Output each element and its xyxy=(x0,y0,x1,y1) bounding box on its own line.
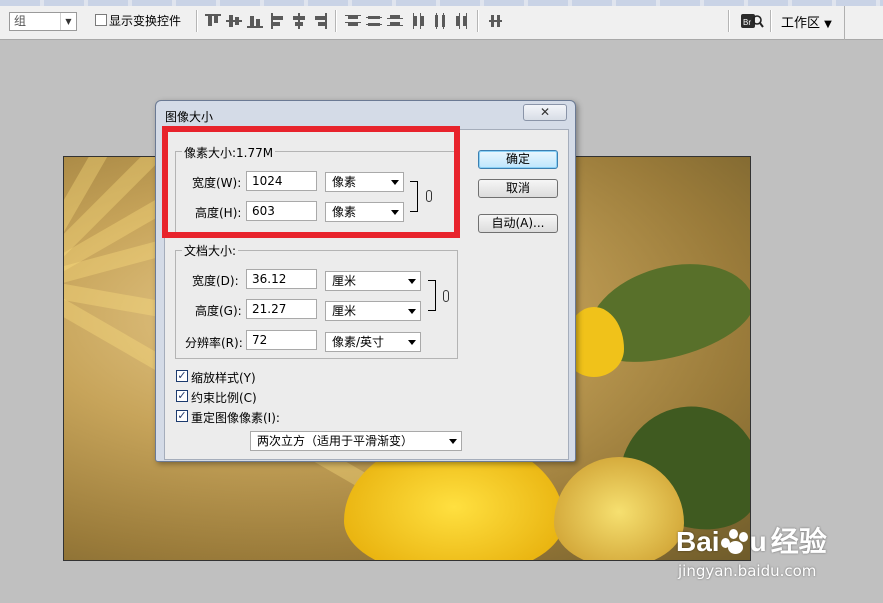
show-transform-controls-label: 显示变换控件 xyxy=(109,14,182,28)
doc-width-unit-select[interactable]: 厘米 xyxy=(325,271,421,291)
distribute-vertical-center-icon[interactable] xyxy=(366,13,382,29)
chevron-down-icon xyxy=(449,439,457,444)
watermark-brand-suffix: u xyxy=(749,526,767,557)
resample-method-value: 两次立方（适用于平滑渐变） xyxy=(257,434,414,448)
toolbar-separator xyxy=(335,10,337,32)
chevron-down-icon xyxy=(408,309,416,314)
toolbar-separator xyxy=(770,10,772,32)
doc-width-input[interactable]: 36.12 xyxy=(246,269,317,289)
menu-bar-remnant xyxy=(0,0,883,6)
scale-styles-label: 缩放样式(Y) xyxy=(191,371,256,385)
toolbar-separator xyxy=(728,10,730,32)
distribute-right-icon[interactable] xyxy=(453,13,469,29)
check-icon: ✓ xyxy=(177,409,187,422)
auto-button[interactable]: 自动(A)... xyxy=(478,214,558,233)
chevron-down-icon: ▼ xyxy=(60,13,76,30)
caret-down-icon: ▼ xyxy=(824,19,832,30)
resolution-unit-select[interactable]: 像素/英寸 xyxy=(325,332,421,352)
doc-height-label: 高度(G): xyxy=(195,304,242,318)
group-select-value: 组 xyxy=(14,14,27,28)
link-bracket xyxy=(428,280,436,311)
doc-width-unit-value: 厘米 xyxy=(332,274,357,288)
workspace-switcher[interactable]: 工作区 ▼ xyxy=(781,12,832,31)
paw-logo-icon xyxy=(720,528,750,554)
toolbar-separator xyxy=(196,10,198,32)
auto-select-group-dropdown[interactable]: 组 ▼ xyxy=(9,12,77,31)
resolution-unit-value: 像素/英寸 xyxy=(332,335,385,349)
close-button[interactable]: ✕ xyxy=(523,104,567,121)
highlight-box xyxy=(162,126,460,238)
doc-width-label: 宽度(D): xyxy=(192,274,239,288)
align-horizontal-center-icon[interactable] xyxy=(291,13,307,29)
distribute-horizontal-center-icon[interactable] xyxy=(432,13,448,29)
distribute-bottom-icon[interactable] xyxy=(387,13,403,29)
doc-height-unit-select[interactable]: 厘米 xyxy=(325,301,421,321)
resolution-label: 分辨率(R): xyxy=(185,336,243,350)
align-left-icon[interactable] xyxy=(270,13,286,29)
svg-text:Br: Br xyxy=(743,18,751,27)
resample-checkbox[interactable]: ✓ xyxy=(176,410,188,422)
check-icon: ✓ xyxy=(177,369,187,382)
align-bottom-icon[interactable] xyxy=(247,13,263,29)
align-top-icon[interactable] xyxy=(205,13,221,29)
bridge-icon[interactable]: Br xyxy=(740,11,764,31)
doc-height-input[interactable]: 21.27 xyxy=(246,299,317,319)
chain-link-icon xyxy=(443,290,449,302)
align-vertical-center-icon[interactable] xyxy=(226,13,242,29)
resample-label: 重定图像像素(I): xyxy=(191,411,280,425)
ok-button[interactable]: 确定 xyxy=(478,150,558,169)
distribute-left-icon[interactable] xyxy=(411,13,427,29)
distribute-top-icon[interactable] xyxy=(345,13,361,29)
check-icon: ✓ xyxy=(177,389,187,402)
watermark-brand-prefix: Bai xyxy=(676,526,720,557)
close-icon: ✕ xyxy=(539,105,551,119)
chevron-down-icon xyxy=(408,279,416,284)
scale-styles-checkbox[interactable]: ✓ xyxy=(176,370,188,382)
toolbar-separator xyxy=(477,10,479,32)
options-bar: 组 ▼ 显示变换控件 Br 工作区 ▼ xyxy=(0,0,883,40)
toolbar-edge xyxy=(844,6,845,40)
doc-height-unit-value: 厘米 xyxy=(332,304,357,318)
watermark-brand-cn: 经验 xyxy=(770,525,827,558)
cancel-button[interactable]: 取消 xyxy=(478,179,558,198)
document-size-legend: 文档大小: xyxy=(182,242,239,259)
dialog-title: 图像大小 xyxy=(165,110,214,124)
watermark-brand: Bai u 经验 xyxy=(676,520,827,560)
auto-align-layers-icon[interactable] xyxy=(488,13,504,29)
constrain-proportions-checkbox[interactable]: ✓ xyxy=(176,390,188,402)
watermark-url: jingyan.baidu.com xyxy=(678,562,817,580)
align-right-icon[interactable] xyxy=(312,13,328,29)
resolution-input[interactable]: 72 xyxy=(246,330,317,350)
chevron-down-icon xyxy=(408,340,416,345)
constrain-proportions-label: 约束比例(C) xyxy=(191,391,257,405)
show-transform-controls-checkbox[interactable] xyxy=(95,14,107,26)
workspace-label: 工作区 xyxy=(781,16,821,31)
resample-method-select[interactable]: 两次立方（适用于平滑渐变） xyxy=(250,431,462,451)
